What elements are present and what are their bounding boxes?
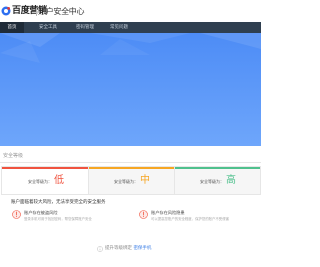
risk-tip: 账户面临着较大风险，无法享受完全的安全服务 — [11, 200, 106, 205]
shield-alert-icon — [12, 210, 21, 219]
nav-item-password-management[interactable]: 密码管理 — [70, 22, 100, 33]
upgrade-label: 提升等级绑定 — [105, 246, 132, 251]
level-value-low: 低 — [54, 175, 64, 186]
risk-item-account-theft[interactable]: 账户存在被盗风险 登录手机可用于找回密码，帮您保障账户安全 — [12, 209, 122, 223]
upgrade-text: 提升等级绑定 密保手机 — [105, 245, 151, 251]
level-label: 安全等级为： — [200, 179, 224, 184]
info-icon — [97, 246, 103, 252]
site-title: 账户安全中心 — [38, 7, 85, 16]
risk-item-potential-hazard[interactable]: 账户存在风险隐患 可以提高您账户的安全程度，保护您的账户不受侵害 — [139, 209, 257, 223]
brand-divider — [36, 8, 37, 16]
level-bar-high — [175, 167, 260, 169]
risk-description: 可以提高您账户的安全程度，保护您的账户不受侵害 — [151, 217, 229, 221]
section-title: 安全等级 — [3, 153, 24, 159]
baidu-logo-icon[interactable] — [1, 6, 11, 16]
level-value-mid: 中 — [140, 175, 150, 186]
security-level-high: 安全等级为： 高 — [175, 167, 260, 194]
section-divider — [0, 162, 261, 163]
security-level-low: 安全等级为： 低 — [2, 167, 88, 194]
risk-description: 登录手机可用于找回密码，帮您保障账户安全 — [24, 217, 92, 221]
page-header: 百度营销 账户安全中心 — [0, 0, 261, 22]
bind-phone-link[interactable]: 密保手机 — [133, 246, 151, 251]
nav-item-security-tools[interactable]: 安全工具 — [33, 22, 63, 33]
level-bar-mid — [89, 167, 174, 169]
security-level-mid: 安全等级为： 中 — [89, 167, 174, 194]
level-bar-low — [2, 167, 88, 169]
main-nav: 首页 安全工具 密码管理 常见问题 — [0, 22, 261, 33]
level-value-high: 高 — [226, 175, 236, 186]
nav-item-home[interactable]: 首页 — [0, 22, 24, 33]
security-level-panel: 安全等级为： 低 安全等级为： 中 安全等级为： 高 — [1, 166, 261, 195]
nav-item-faq[interactable]: 常见问题 — [104, 22, 134, 33]
banner-pattern — [0, 33, 261, 63]
level-label: 安全等级为： — [114, 179, 138, 184]
shield-alert-icon — [139, 210, 148, 219]
hero-banner — [0, 33, 261, 146]
level-label: 安全等级为： — [28, 179, 52, 184]
